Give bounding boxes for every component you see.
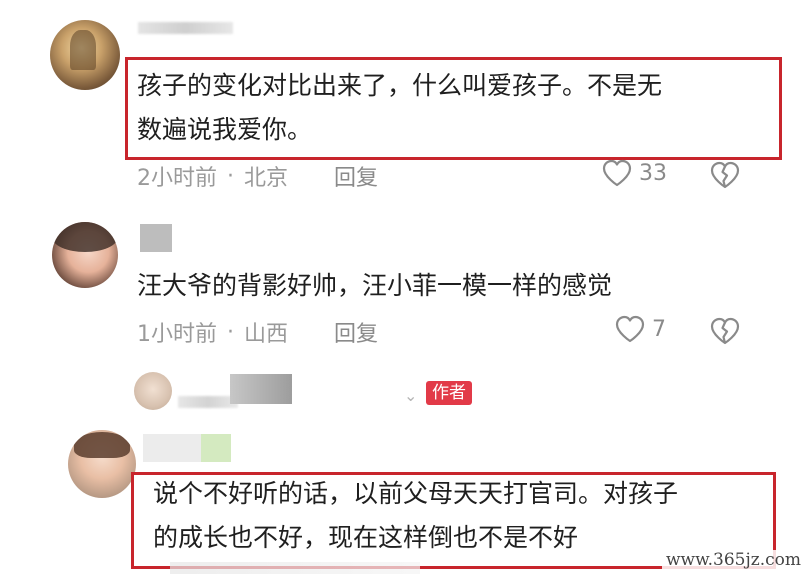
- username-blurred[interactable]: [201, 434, 231, 462]
- like-button[interactable]: 33: [601, 158, 667, 188]
- comment-meta-partial: [170, 562, 420, 574]
- author-badge: 作者: [426, 381, 472, 405]
- comment-location: 山西: [244, 322, 289, 347]
- comment-time: 2小时前: [137, 166, 217, 191]
- comment-feed: 孩子的变化对比出来了，什么叫爱孩子。不是无 数遍说我爱你。 2小时前 · 北京 …: [0, 0, 811, 574]
- avatar[interactable]: [134, 372, 172, 410]
- username-blurred[interactable]: [178, 396, 238, 408]
- avatar[interactable]: [50, 20, 120, 90]
- comment-text: 汪大爷的背影好帅，汪小菲一模一样的感觉: [137, 271, 613, 300]
- comment-time: 1小时前: [137, 322, 217, 347]
- heart-icon: [602, 159, 632, 187]
- reply-to-username-blurred[interactable]: [230, 374, 292, 404]
- username-blurred[interactable]: [143, 434, 201, 462]
- avatar[interactable]: [68, 430, 136, 498]
- comment-text: 孩子的变化对比出来了，什么叫爱孩子。不是无 数遍说我爱你。: [137, 71, 663, 144]
- like-count: 7: [652, 316, 666, 342]
- reply-button[interactable]: 回复: [334, 316, 378, 348]
- comment-meta: 2小时前 · 北京: [137, 160, 288, 192]
- comment-meta: 1小时前 · 山西: [137, 316, 288, 348]
- chevron-down-icon: ⌄: [404, 386, 418, 405]
- reply-button[interactable]: 回复: [334, 160, 378, 192]
- broken-heart-icon[interactable]: [709, 316, 741, 346]
- watermark: www.365jz.com: [662, 550, 805, 570]
- meta-separator: ·: [227, 163, 234, 189]
- username-blurred[interactable]: [138, 22, 233, 34]
- comment-text: 说个不好听的话，以前父母天天打官司。对孩子 的成长也不好，现在这样倒也不是不好: [153, 479, 679, 552]
- avatar[interactable]: [52, 222, 118, 288]
- like-count: 33: [639, 160, 667, 186]
- broken-heart-icon[interactable]: [709, 160, 741, 190]
- meta-separator: ·: [227, 319, 234, 345]
- comment-location: 北京: [244, 166, 289, 191]
- like-button[interactable]: 7: [614, 314, 666, 344]
- username-blurred[interactable]: [140, 224, 172, 252]
- heart-icon: [615, 315, 645, 343]
